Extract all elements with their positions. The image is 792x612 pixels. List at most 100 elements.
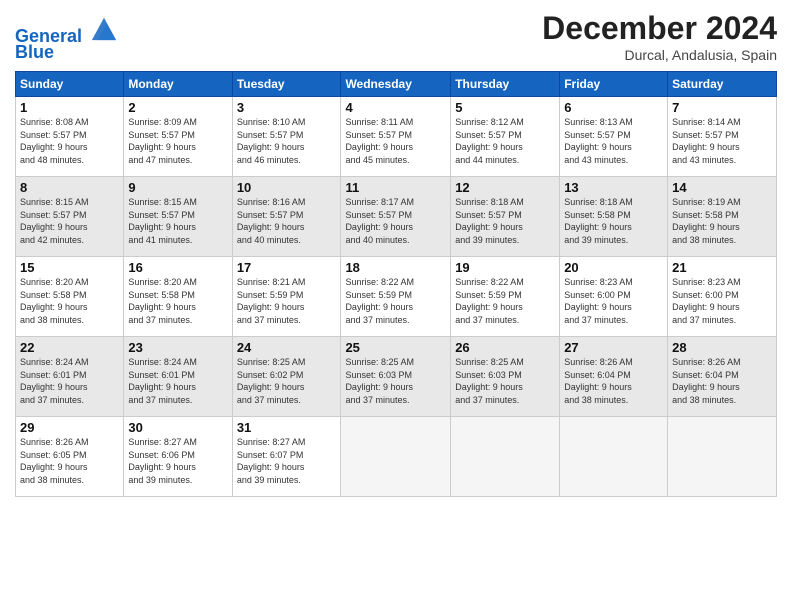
calendar-cell [560,417,668,497]
day-info: Sunrise: 8:27 AMSunset: 6:06 PMDaylight:… [128,436,227,486]
calendar-cell [668,417,777,497]
day-number: 2 [128,100,227,115]
day-info: Sunrise: 8:21 AMSunset: 5:59 PMDaylight:… [237,276,337,326]
day-number: 25 [345,340,446,355]
day-number: 12 [455,180,555,195]
calendar-cell: 8Sunrise: 8:15 AMSunset: 5:57 PMDaylight… [16,177,124,257]
calendar-cell: 7Sunrise: 8:14 AMSunset: 5:57 PMDaylight… [668,97,777,177]
day-info: Sunrise: 8:11 AMSunset: 5:57 PMDaylight:… [345,116,446,166]
day-number: 30 [128,420,227,435]
day-number: 23 [128,340,227,355]
day-info: Sunrise: 8:14 AMSunset: 5:57 PMDaylight:… [672,116,772,166]
day-number: 10 [237,180,337,195]
day-number: 9 [128,180,227,195]
day-info: Sunrise: 8:25 AMSunset: 6:03 PMDaylight:… [455,356,555,406]
calendar-cell: 16Sunrise: 8:20 AMSunset: 5:58 PMDayligh… [124,257,232,337]
day-number: 5 [455,100,555,115]
calendar-cell: 17Sunrise: 8:21 AMSunset: 5:59 PMDayligh… [232,257,341,337]
calendar-cell: 23Sunrise: 8:24 AMSunset: 6:01 PMDayligh… [124,337,232,417]
calendar-cell: 1Sunrise: 8:08 AMSunset: 5:57 PMDaylight… [16,97,124,177]
day-info: Sunrise: 8:23 AMSunset: 6:00 PMDaylight:… [564,276,663,326]
header-saturday: Saturday [668,72,777,97]
title-area: December 2024 Durcal, Andalusia, Spain [542,10,777,63]
day-number: 13 [564,180,663,195]
header-friday: Friday [560,72,668,97]
header-sunday: Sunday [16,72,124,97]
calendar-cell: 20Sunrise: 8:23 AMSunset: 6:00 PMDayligh… [560,257,668,337]
header-monday: Monday [124,72,232,97]
day-number: 28 [672,340,772,355]
calendar-cell: 13Sunrise: 8:18 AMSunset: 5:58 PMDayligh… [560,177,668,257]
day-info: Sunrise: 8:13 AMSunset: 5:57 PMDaylight:… [564,116,663,166]
day-number: 26 [455,340,555,355]
day-number: 6 [564,100,663,115]
calendar-cell: 12Sunrise: 8:18 AMSunset: 5:57 PMDayligh… [451,177,560,257]
day-number: 20 [564,260,663,275]
day-info: Sunrise: 8:25 AMSunset: 6:02 PMDaylight:… [237,356,337,406]
day-number: 7 [672,100,772,115]
day-info: Sunrise: 8:20 AMSunset: 5:58 PMDaylight:… [20,276,119,326]
day-info: Sunrise: 8:22 AMSunset: 5:59 PMDaylight:… [455,276,555,326]
main-title: December 2024 [542,10,777,47]
logo: General Blue [15,14,118,63]
day-number: 18 [345,260,446,275]
calendar-cell: 19Sunrise: 8:22 AMSunset: 5:59 PMDayligh… [451,257,560,337]
day-number: 3 [237,100,337,115]
page-header: General Blue December 2024 Durcal, Andal… [15,10,777,63]
calendar-cell: 24Sunrise: 8:25 AMSunset: 6:02 PMDayligh… [232,337,341,417]
day-info: Sunrise: 8:25 AMSunset: 6:03 PMDaylight:… [345,356,446,406]
calendar-week-row: 22Sunrise: 8:24 AMSunset: 6:01 PMDayligh… [16,337,777,417]
day-number: 29 [20,420,119,435]
day-number: 22 [20,340,119,355]
day-info: Sunrise: 8:24 AMSunset: 6:01 PMDaylight:… [128,356,227,406]
header-wednesday: Wednesday [341,72,451,97]
day-info: Sunrise: 8:20 AMSunset: 5:58 PMDaylight:… [128,276,227,326]
day-number: 1 [20,100,119,115]
day-info: Sunrise: 8:17 AMSunset: 5:57 PMDaylight:… [345,196,446,246]
calendar-cell [341,417,451,497]
calendar-week-row: 8Sunrise: 8:15 AMSunset: 5:57 PMDaylight… [16,177,777,257]
day-info: Sunrise: 8:18 AMSunset: 5:58 PMDaylight:… [564,196,663,246]
calendar-cell: 6Sunrise: 8:13 AMSunset: 5:57 PMDaylight… [560,97,668,177]
day-info: Sunrise: 8:08 AMSunset: 5:57 PMDaylight:… [20,116,119,166]
calendar-page: General Blue December 2024 Durcal, Andal… [0,0,792,612]
calendar-cell: 14Sunrise: 8:19 AMSunset: 5:58 PMDayligh… [668,177,777,257]
calendar-cell: 31Sunrise: 8:27 AMSunset: 6:07 PMDayligh… [232,417,341,497]
day-info: Sunrise: 8:10 AMSunset: 5:57 PMDaylight:… [237,116,337,166]
calendar-header-row: SundayMondayTuesdayWednesdayThursdayFrid… [16,72,777,97]
calendar-cell: 15Sunrise: 8:20 AMSunset: 5:58 PMDayligh… [16,257,124,337]
calendar-week-row: 1Sunrise: 8:08 AMSunset: 5:57 PMDaylight… [16,97,777,177]
calendar-cell: 26Sunrise: 8:25 AMSunset: 6:03 PMDayligh… [451,337,560,417]
day-info: Sunrise: 8:26 AMSunset: 6:04 PMDaylight:… [672,356,772,406]
header-tuesday: Tuesday [232,72,341,97]
calendar-cell: 22Sunrise: 8:24 AMSunset: 6:01 PMDayligh… [16,337,124,417]
calendar-cell: 29Sunrise: 8:26 AMSunset: 6:05 PMDayligh… [16,417,124,497]
day-info: Sunrise: 8:26 AMSunset: 6:04 PMDaylight:… [564,356,663,406]
calendar-cell: 28Sunrise: 8:26 AMSunset: 6:04 PMDayligh… [668,337,777,417]
calendar-cell [451,417,560,497]
day-info: Sunrise: 8:27 AMSunset: 6:07 PMDaylight:… [237,436,337,486]
calendar-week-row: 29Sunrise: 8:26 AMSunset: 6:05 PMDayligh… [16,417,777,497]
day-number: 17 [237,260,337,275]
calendar-table: SundayMondayTuesdayWednesdayThursdayFrid… [15,71,777,497]
calendar-week-row: 15Sunrise: 8:20 AMSunset: 5:58 PMDayligh… [16,257,777,337]
day-number: 15 [20,260,119,275]
day-info: Sunrise: 8:24 AMSunset: 6:01 PMDaylight:… [20,356,119,406]
calendar-cell: 9Sunrise: 8:15 AMSunset: 5:57 PMDaylight… [124,177,232,257]
day-info: Sunrise: 8:16 AMSunset: 5:57 PMDaylight:… [237,196,337,246]
calendar-cell: 11Sunrise: 8:17 AMSunset: 5:57 PMDayligh… [341,177,451,257]
day-number: 4 [345,100,446,115]
day-number: 21 [672,260,772,275]
day-info: Sunrise: 8:15 AMSunset: 5:57 PMDaylight:… [128,196,227,246]
calendar-cell: 10Sunrise: 8:16 AMSunset: 5:57 PMDayligh… [232,177,341,257]
header-thursday: Thursday [451,72,560,97]
calendar-cell: 27Sunrise: 8:26 AMSunset: 6:04 PMDayligh… [560,337,668,417]
calendar-cell: 2Sunrise: 8:09 AMSunset: 5:57 PMDaylight… [124,97,232,177]
logo-icon [90,14,118,42]
day-info: Sunrise: 8:23 AMSunset: 6:00 PMDaylight:… [672,276,772,326]
day-info: Sunrise: 8:09 AMSunset: 5:57 PMDaylight:… [128,116,227,166]
day-info: Sunrise: 8:18 AMSunset: 5:57 PMDaylight:… [455,196,555,246]
calendar-cell: 21Sunrise: 8:23 AMSunset: 6:00 PMDayligh… [668,257,777,337]
calendar-cell: 5Sunrise: 8:12 AMSunset: 5:57 PMDaylight… [451,97,560,177]
day-number: 27 [564,340,663,355]
